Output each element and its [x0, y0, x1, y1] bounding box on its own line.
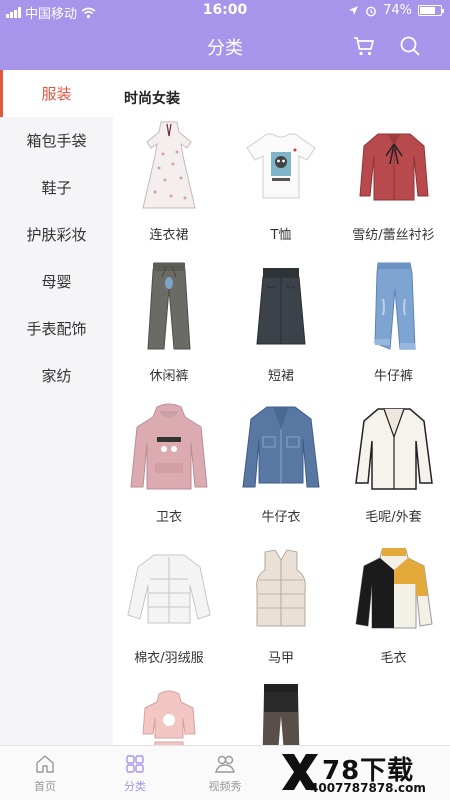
tshirt-icon	[246, 133, 316, 198]
subcategory-label: 马甲	[267, 651, 294, 666]
subcategory-label: T恤	[270, 228, 292, 243]
subcategory-label: 连衣裙	[149, 228, 189, 243]
watermark-url: 4007787878.com	[310, 781, 426, 795]
category-content: 时尚女装 连衣裙 T恤 雪纺/蕾丝衬衫 休闲裤 短裙 牛仔裤 卫衣 牛仔衣 毛呢…	[113, 70, 450, 745]
kids-set-icon	[142, 690, 196, 745]
subcategory-dress[interactable]: 连衣裙	[113, 118, 225, 259]
category-sidebar: 服装 箱包手袋 鞋子 护肤彩妆 母婴 手表配饰 家纺	[0, 70, 113, 745]
sidebar-item-home-textile[interactable]: 家纺	[0, 352, 113, 399]
subcategory-kids-set[interactable]	[113, 682, 225, 745]
subcategory-hoodie[interactable]: 卫衣	[113, 400, 225, 541]
sidebar-item-label: 母婴	[41, 273, 72, 291]
tab-home[interactable]: 首页	[0, 746, 90, 800]
cart-icon[interactable]	[352, 34, 376, 58]
home-icon	[36, 755, 54, 773]
subcategory-label: 牛仔裤	[373, 369, 413, 384]
status-bar: 中国移动 16:00 74%	[0, 0, 450, 22]
casual-pants-icon	[147, 262, 191, 350]
subcategory-casual-pants[interactable]: 休闲裤	[113, 259, 225, 400]
sidebar-item-label: 家纺	[41, 367, 72, 385]
tab-label: 分类	[124, 780, 146, 793]
watermark-logo: 78下载 4007787878.com	[278, 750, 446, 798]
denim-jacket-icon	[242, 406, 320, 487]
sidebar-item-watches[interactable]: 手表配饰	[0, 305, 113, 352]
vest-icon	[256, 549, 306, 627]
sidebar-item-shoes[interactable]: 鞋子	[0, 164, 113, 211]
subcategory-leggings[interactable]	[225, 682, 337, 745]
leggings-icon	[262, 684, 300, 745]
subcategory-label: 牛仔衣	[261, 510, 301, 525]
blouse-icon	[358, 133, 429, 200]
top-bar: 中国移动 16:00 74% 分类	[0, 0, 450, 70]
sidebar-item-label: 鞋子	[41, 179, 72, 197]
alarm-icon	[366, 6, 376, 16]
skirt-icon	[256, 268, 306, 345]
sweater-icon	[354, 548, 433, 629]
sidebar-item-clothing[interactable]: 服装	[0, 70, 113, 117]
page-title: 分类	[207, 38, 243, 59]
sidebar-item-baby[interactable]: 母婴	[0, 258, 113, 305]
video-show-icon	[215, 755, 235, 773]
section-title: 时尚女装	[124, 91, 180, 107]
sidebar-item-label: 手表配饰	[26, 320, 87, 338]
sidebar-item-bags[interactable]: 箱包手袋	[0, 117, 113, 164]
sidebar-item-skincare[interactable]: 护肤彩妆	[0, 211, 113, 258]
sidebar-item-label: 护肤彩妆	[26, 226, 87, 244]
subcategory-wool-coat[interactable]: 毛呢/外套	[337, 400, 450, 541]
subcategory-label: 休闲裤	[149, 369, 189, 384]
subcategory-grid: 连衣裙 T恤 雪纺/蕾丝衬衫 休闲裤 短裙 牛仔裤 卫衣 牛仔衣 毛呢/外套 棉…	[113, 118, 450, 745]
subcategory-jeans[interactable]: 牛仔裤	[337, 259, 450, 400]
subcategory-down-jacket[interactable]: 棉衣/羽绒服	[113, 541, 225, 682]
subcategory-blouse[interactable]: 雪纺/蕾丝衬衫	[337, 118, 450, 259]
subcategory-tshirt[interactable]: T恤	[225, 118, 337, 259]
subcategory-skirt[interactable]: 短裙	[225, 259, 337, 400]
jeans-icon	[373, 262, 416, 350]
dress-icon	[142, 121, 196, 209]
wool-coat-icon	[354, 407, 433, 490]
tab-label: 视频秀	[208, 780, 242, 793]
category-icon	[126, 755, 144, 773]
sidebar-item-label: 服装	[41, 85, 72, 103]
down-jacket-icon	[127, 554, 211, 623]
subcategory-label: 短裙	[267, 369, 294, 384]
battery-icon	[418, 5, 444, 16]
tab-label: 首页	[34, 780, 56, 793]
battery-percent: 74%	[383, 3, 412, 18]
tab-category[interactable]: 分类	[90, 746, 180, 800]
subcategory-sweater[interactable]: 毛衣	[337, 541, 450, 682]
location-icon	[349, 6, 359, 15]
subcategory-label: 毛衣	[380, 651, 407, 666]
subcategory-label: 毛呢/外套	[365, 510, 422, 525]
subcategory-label: 雪纺/蕾丝衬衫	[352, 228, 435, 243]
sidebar-item-label: 箱包手袋	[26, 132, 87, 150]
tab-video-show[interactable]: 视频秀	[180, 746, 270, 800]
subcategory-label: 棉衣/羽绒服	[134, 651, 204, 666]
subcategory-label: 卫衣	[155, 510, 182, 525]
search-icon[interactable]	[398, 34, 422, 58]
subcategory-denim-jacket[interactable]: 牛仔衣	[225, 400, 337, 541]
hoodie-icon	[130, 403, 208, 489]
subcategory-vest[interactable]: 马甲	[225, 541, 337, 682]
